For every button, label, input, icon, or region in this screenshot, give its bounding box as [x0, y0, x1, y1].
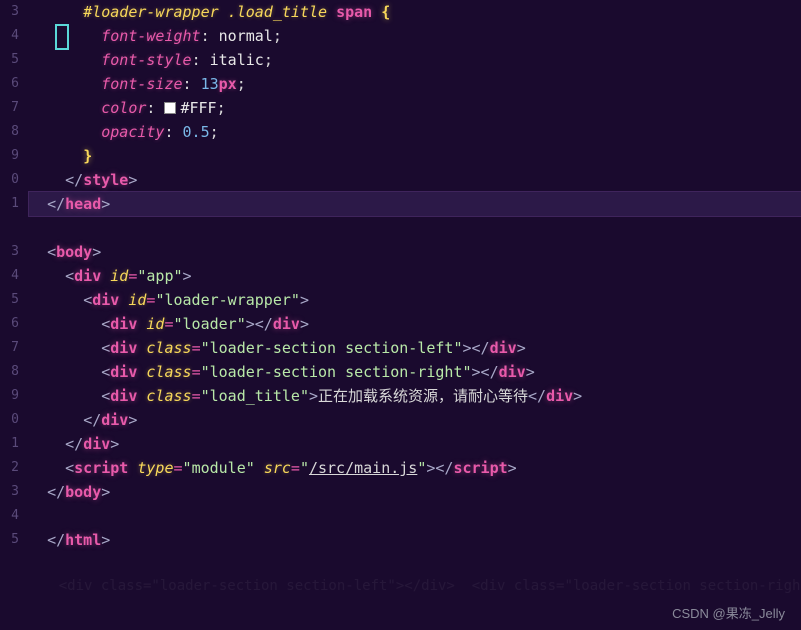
watermark-text: CSDN @果冻_Jelly — [672, 603, 785, 622]
code-line[interactable]: <body> — [29, 240, 801, 264]
code-line[interactable]: font-weight: normal; — [29, 24, 801, 48]
code-line[interactable]: #loader-wrapper .load_title span { — [29, 0, 801, 24]
code-line[interactable]: <div class="loader-section section-right… — [29, 360, 801, 384]
code-line[interactable]: </head> — [29, 192, 801, 216]
code-line[interactable]: <div id="loader"></div> — [29, 312, 801, 336]
code-editor[interactable]: 3 4 5 6 7 8 9 0 1 3 4 5 6 7 8 9 0 1 2 3 … — [0, 0, 801, 630]
code-line[interactable]: } — [29, 144, 801, 168]
code-line[interactable]: </style> — [29, 168, 801, 192]
color-swatch-icon — [164, 102, 176, 114]
code-line[interactable]: </div> — [29, 408, 801, 432]
code-line[interactable] — [29, 504, 801, 528]
line-number-gutter: 3 4 5 6 7 8 9 0 1 3 4 5 6 7 8 9 0 1 2 3 … — [0, 0, 25, 630]
code-line[interactable]: </div> — [29, 432, 801, 456]
code-line[interactable]: font-style: italic; — [29, 48, 801, 72]
code-line[interactable] — [29, 216, 801, 240]
code-line[interactable]: <div id="loader-wrapper"> — [29, 288, 801, 312]
code-line[interactable]: <div class="loader-section section-left"… — [29, 336, 801, 360]
code-line[interactable]: color: #FFF; — [29, 96, 801, 120]
code-line[interactable]: opacity: 0.5; — [29, 120, 801, 144]
code-line[interactable]: <script type="module" src="/src/main.js"… — [29, 456, 801, 480]
code-line[interactable]: </body> — [29, 480, 801, 504]
code-line[interactable]: font-size: 13px; — [29, 72, 801, 96]
code-line[interactable]: <div class="load_title">正在加载系统资源，请耐心等待</… — [29, 384, 801, 408]
code-content[interactable]: #loader-wrapper .load_title span { font-… — [25, 0, 801, 630]
code-line[interactable]: <div id="app"> — [29, 264, 801, 288]
code-line[interactable]: </html> — [29, 528, 801, 552]
